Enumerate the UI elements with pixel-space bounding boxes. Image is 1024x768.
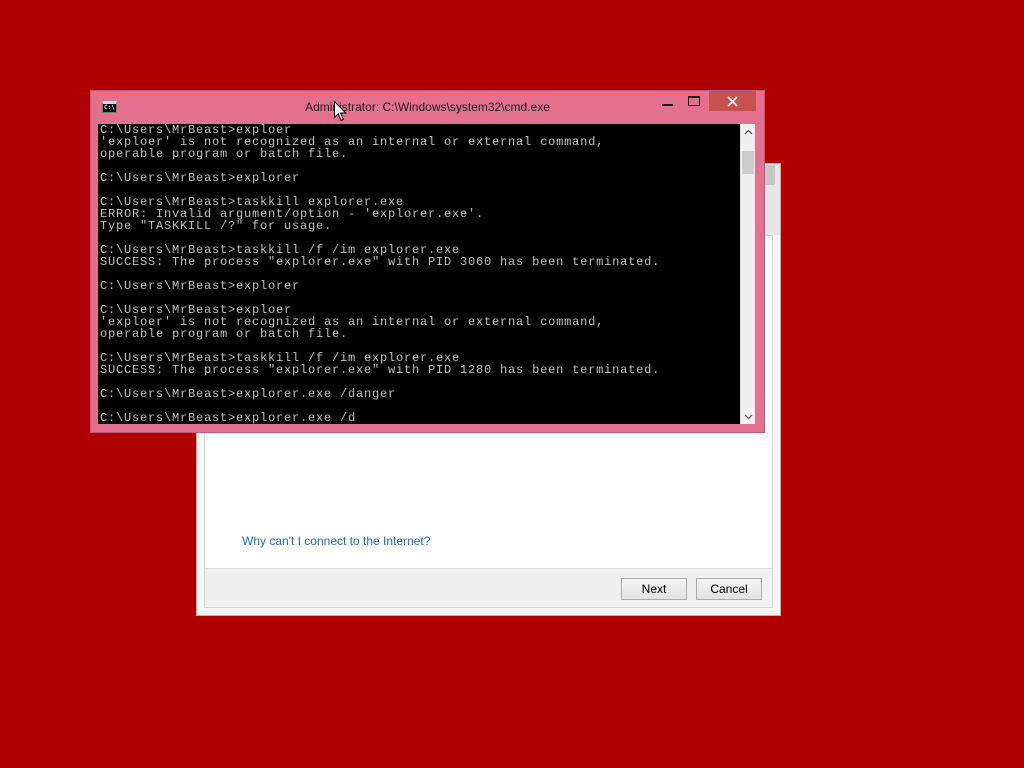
scroll-up-button[interactable] <box>741 124 755 139</box>
scrollbar-thumb[interactable] <box>742 151 754 174</box>
cancel-button[interactable]: Cancel <box>696 578 762 600</box>
cmd-title-bar[interactable]: C:\ Administrator: C:\Windows\system32\c… <box>91 91 764 124</box>
chevron-down-stroke <box>744 414 752 419</box>
close-icon <box>727 95 738 107</box>
maximize-button[interactable] <box>682 91 709 111</box>
minimize-icon <box>662 104 673 106</box>
dialog-footer: Next Cancel <box>205 568 772 607</box>
mouse-pointer-shape <box>334 101 347 122</box>
cmd-window: C:\ Administrator: C:\Windows\system32\c… <box>90 90 765 433</box>
chevron-up-stroke <box>744 129 752 134</box>
desktop: { "colors": { "desktop_bg": "#b10000", "… <box>0 0 1024 768</box>
chevron-up-icon <box>744 129 752 134</box>
mouse-pointer-icon <box>334 101 347 122</box>
next-button[interactable]: Next <box>621 578 687 600</box>
maximize-icon <box>688 96 700 106</box>
help-link[interactable]: Why can't I connect to the Internet? <box>242 534 430 548</box>
scroll-down-button[interactable] <box>741 409 755 424</box>
vertical-scrollbar[interactable] <box>740 124 755 424</box>
console-line: SUCCESS: The process "explorer.exe" with… <box>100 363 661 377</box>
console-line: Type "TASKKILL /?" for usage. <box>100 219 333 233</box>
console-line: operable program or batch file. <box>100 327 349 341</box>
console-line: SUCCESS: The process "explorer.exe" with… <box>100 255 661 269</box>
console-line: C:\Users\MrBeast>explorer <box>100 279 301 293</box>
console-line: C:\Users\MrBeast>explorer.exe /danger <box>100 387 397 401</box>
console-line: C:\Users\MrBeast>explorer <box>100 171 301 185</box>
minimize-button[interactable] <box>652 91 682 111</box>
console-line: operable program or batch file. <box>100 147 349 161</box>
close-button[interactable] <box>709 91 756 111</box>
console-output[interactable]: C:\Users\MrBeast>exploer 'exploer' is no… <box>98 124 740 424</box>
chevron-down-icon <box>744 414 752 419</box>
console-line: C:\Users\MrBeast>explorer.exe /d <box>100 411 357 424</box>
